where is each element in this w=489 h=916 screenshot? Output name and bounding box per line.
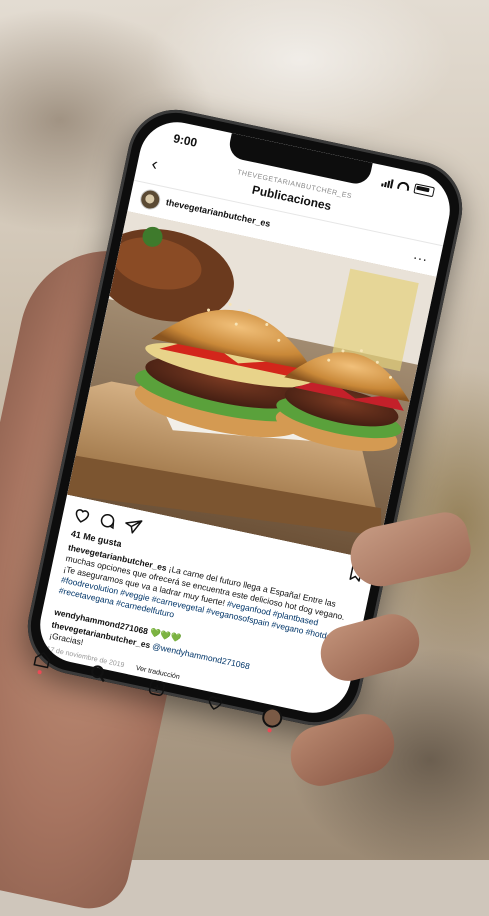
post-photo[interactable]: [67, 211, 437, 561]
account-avatar[interactable]: [138, 187, 163, 212]
more-options-icon[interactable]: ...: [412, 246, 430, 265]
heart-icon[interactable]: [71, 505, 92, 526]
send-icon[interactable]: [122, 515, 143, 536]
burger-photo: [67, 211, 437, 561]
profile-avatar[interactable]: [260, 705, 285, 733]
signal-icon: [381, 176, 394, 189]
battery-icon: [413, 183, 435, 198]
search-icon[interactable]: [88, 663, 109, 684]
comment-icon[interactable]: [97, 510, 118, 531]
heart-icon[interactable]: [204, 692, 225, 713]
wifi-icon: [396, 180, 411, 192]
status-time: 9:00: [172, 131, 199, 150]
home-icon[interactable]: [32, 649, 53, 675]
add-post-icon[interactable]: [146, 677, 167, 698]
status-icons: [381, 176, 435, 198]
